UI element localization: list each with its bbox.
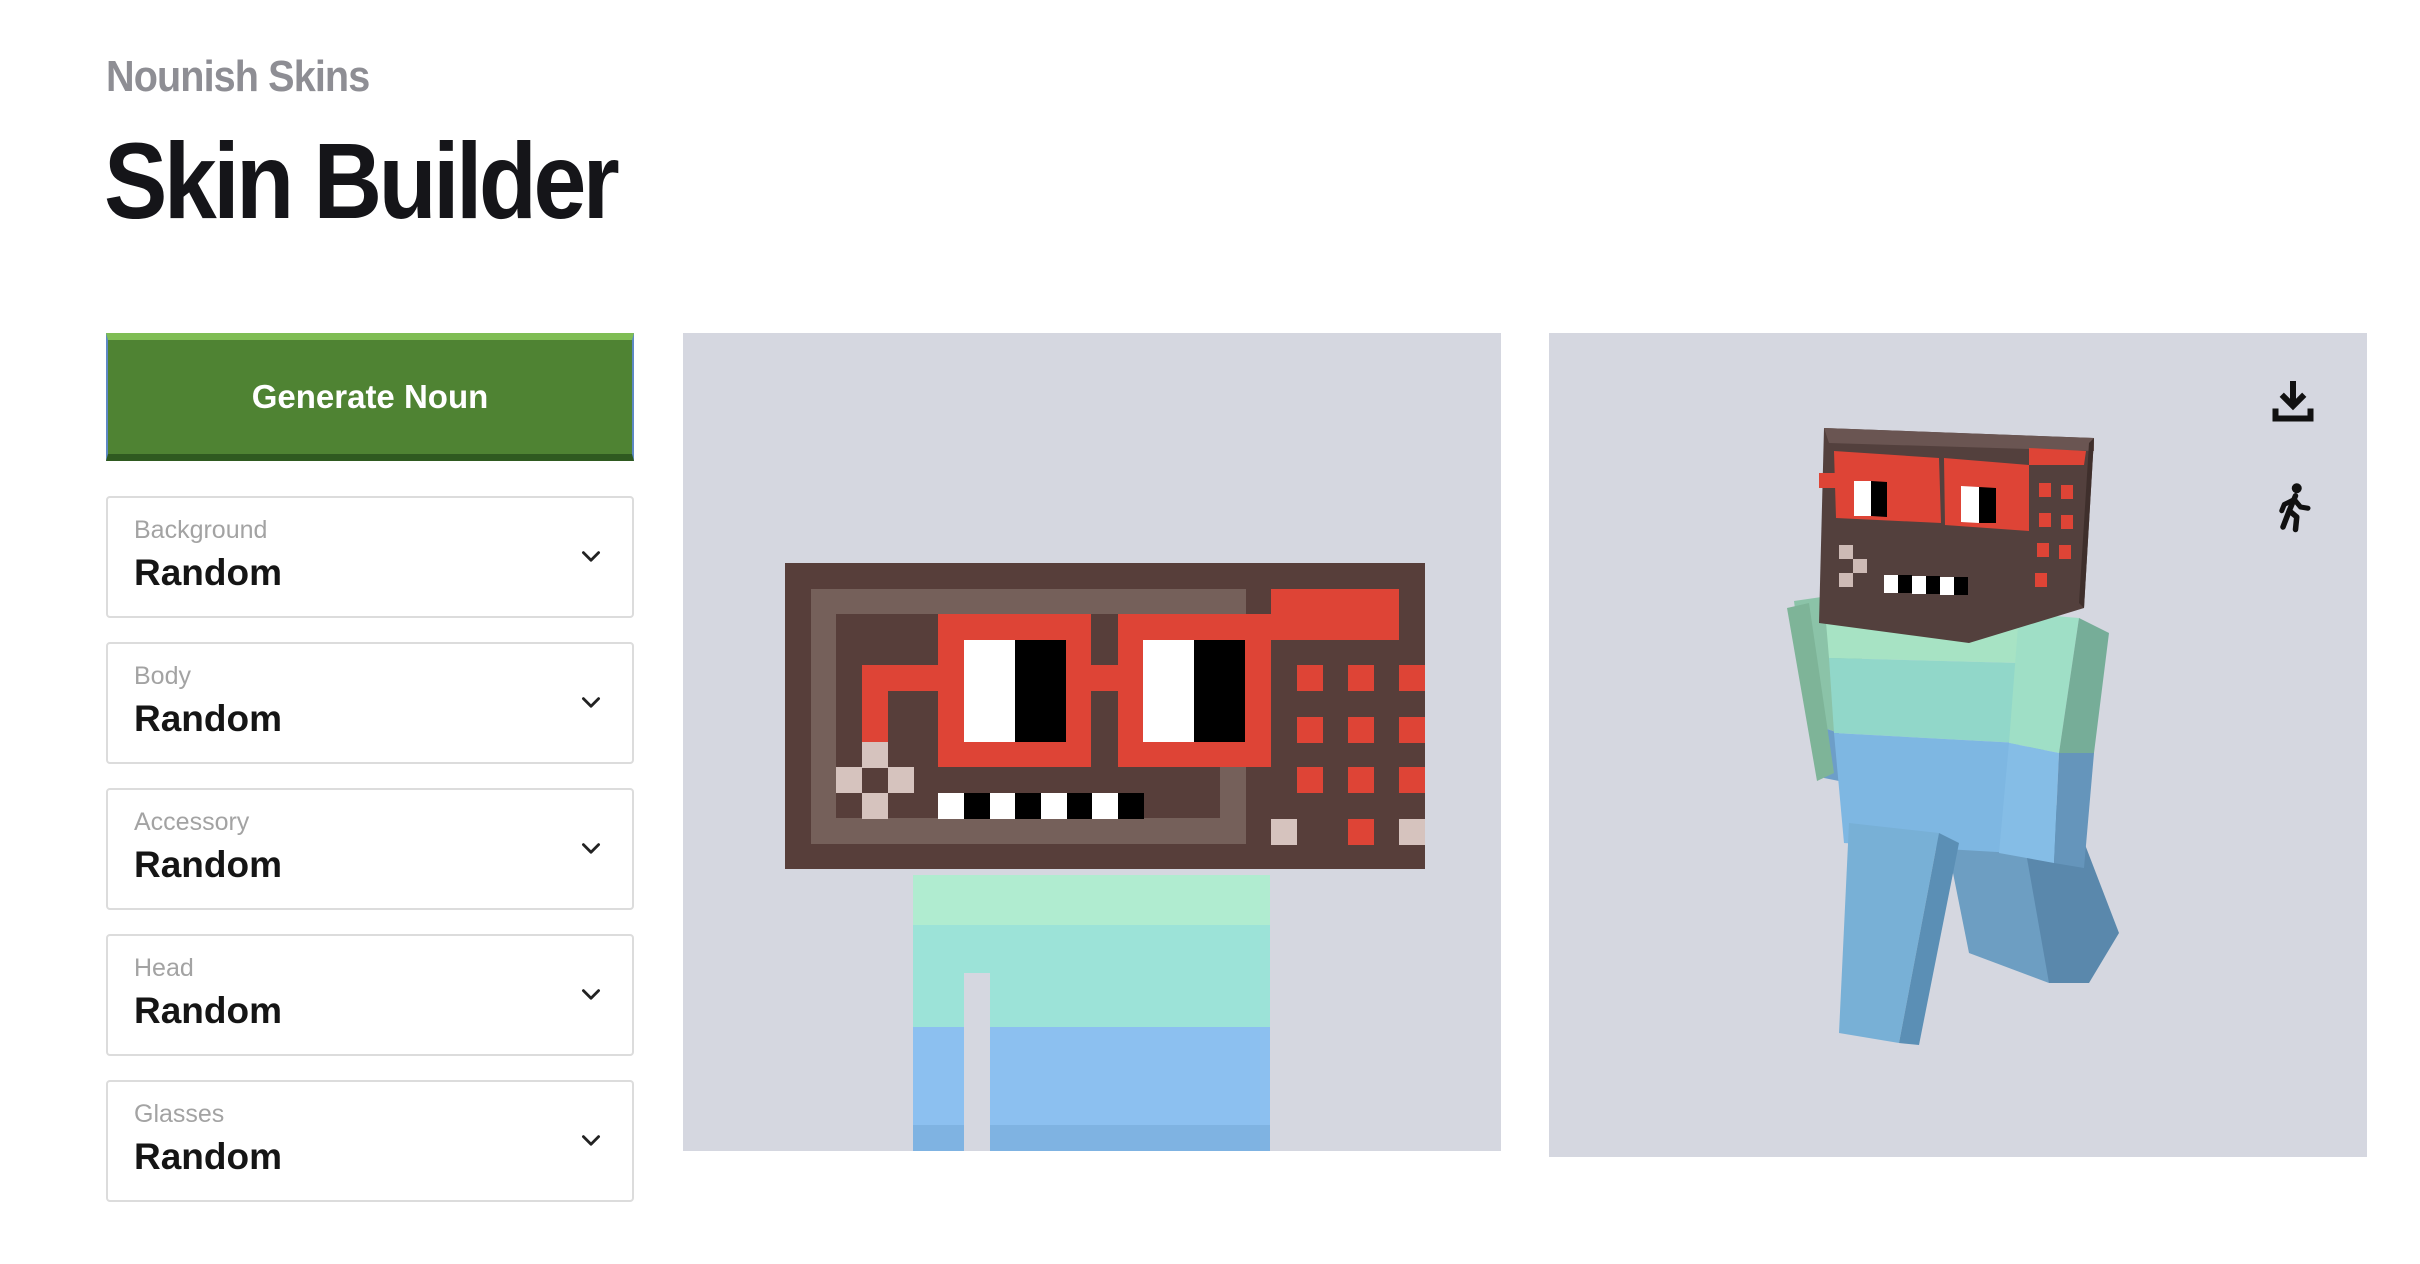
body-select[interactable]: Body Random xyxy=(106,642,634,764)
accessory-select-label: Accessory xyxy=(134,808,250,836)
glasses-select-label: Glasses xyxy=(134,1100,225,1128)
skin-3d-model xyxy=(1787,428,2119,1045)
background-select[interactable]: Background Random xyxy=(106,496,634,618)
site-subtitle: Nounish Skins xyxy=(106,52,370,101)
body-select-value: Random xyxy=(134,698,282,739)
head-select-label: Head xyxy=(134,954,194,982)
head-select-value: Random xyxy=(134,990,282,1031)
noun-pixel-art xyxy=(785,563,1425,1151)
page-title: Skin Builder xyxy=(104,120,620,241)
chevron-down-icon xyxy=(582,697,600,708)
body-accent-line xyxy=(964,973,990,1151)
head-block xyxy=(1819,428,2094,643)
noun-2d-preview xyxy=(683,333,1501,1151)
glasses-select-value: Random xyxy=(134,1136,282,1177)
head-select[interactable]: Head Random xyxy=(106,934,634,1056)
chevron-down-icon xyxy=(582,551,600,562)
skin-3d-preview xyxy=(1549,333,2367,1157)
body-select-label: Body xyxy=(134,662,191,690)
glasses-select[interactable]: Glasses Random xyxy=(106,1080,634,1202)
chevron-down-icon xyxy=(582,843,600,854)
background-select-value: Random xyxy=(134,552,282,593)
front-leg xyxy=(1839,823,1959,1045)
accessory-select-value: Random xyxy=(134,844,282,885)
generate-noun-button[interactable]: Generate Noun xyxy=(106,333,634,461)
body-stripe-top xyxy=(913,875,1270,925)
background-select-label: Background xyxy=(134,516,268,544)
chevron-down-icon xyxy=(582,989,600,1000)
chevron-down-icon xyxy=(582,1135,600,1146)
accessory-select[interactable]: Accessory Random xyxy=(106,788,634,910)
